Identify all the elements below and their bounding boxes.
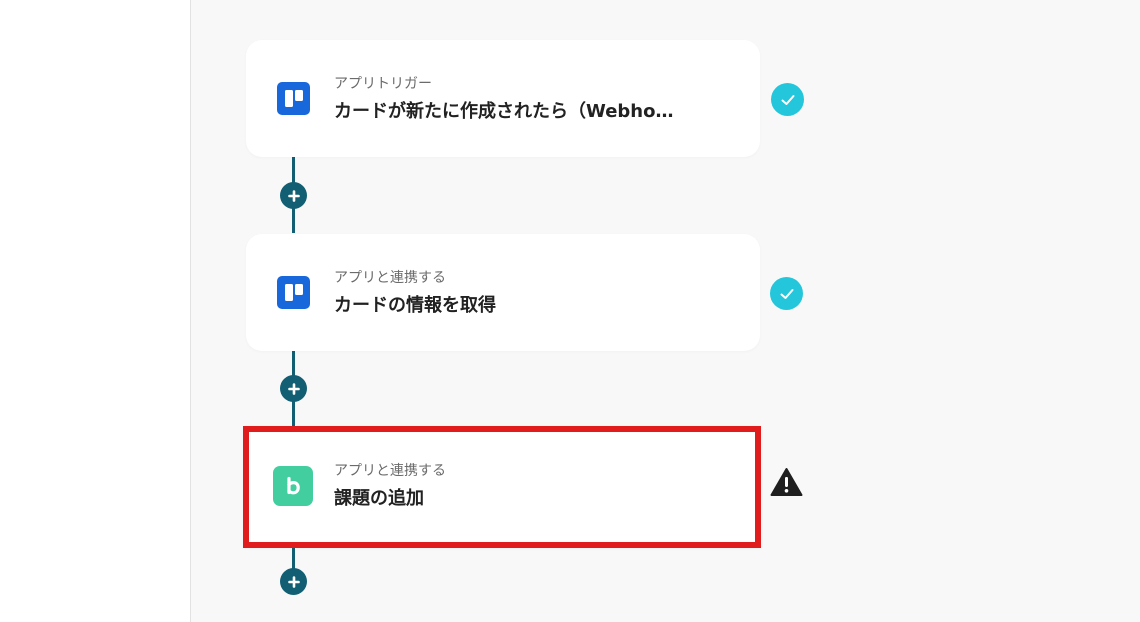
plus-icon — [287, 189, 300, 202]
step-type-label: アプリと連携する — [334, 270, 446, 286]
add-step-button[interactable] — [280, 182, 307, 209]
plus-icon — [287, 575, 300, 588]
left-panel — [0, 0, 191, 622]
step-title: カードの情報を取得 — [334, 295, 496, 316]
trello-icon — [277, 276, 310, 309]
flow-step-add-issue-card[interactable]: アプリと連携する 課題の追加 — [243, 426, 761, 548]
add-step-button[interactable] — [280, 375, 307, 402]
warning-icon — [770, 467, 803, 501]
trello-icon — [277, 82, 310, 115]
plus-icon — [287, 382, 300, 395]
step-type-label: アプリと連携する — [334, 463, 446, 479]
check-icon — [770, 277, 803, 310]
add-step-button[interactable] — [280, 568, 307, 595]
step-title: 課題の追加 — [334, 488, 424, 509]
step-title: カードが新たに作成されたら（Webhook） — [334, 101, 684, 122]
flow-step-get-card-info[interactable]: アプリと連携する カードの情報を取得 — [246, 234, 760, 351]
backlog-icon — [273, 466, 313, 506]
flow-step-trigger-card[interactable]: アプリトリガー カードが新たに作成されたら（Webhook） — [246, 40, 760, 157]
check-icon — [771, 83, 804, 116]
step-type-label: アプリトリガー — [334, 76, 432, 92]
